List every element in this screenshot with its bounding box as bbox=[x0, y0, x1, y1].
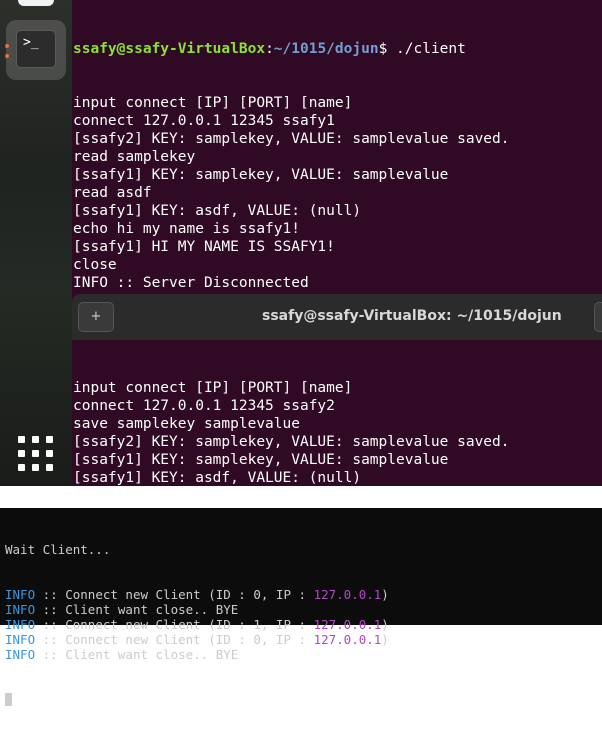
console-line: Wait Client... bbox=[5, 542, 111, 557]
log-text: :: Client want close.. BYE bbox=[35, 602, 239, 617]
log-tag: INFO bbox=[5, 602, 36, 617]
log-tag: INFO bbox=[5, 587, 36, 602]
terminal-line: connect 127.0.0.1 12345 ssafy2 bbox=[73, 398, 335, 414]
log-ip: 127.0.0.1 bbox=[313, 632, 382, 647]
terminal-line: [ssafy1] KEY: samplekey, VALUE: sampleva… bbox=[73, 452, 449, 468]
prompt-separator: : bbox=[265, 41, 274, 57]
log-text-end: ) bbox=[381, 587, 389, 602]
terminal-line: [ssafy2] KEY: samplekey, VALUE: sampleva… bbox=[73, 131, 510, 147]
window-gap bbox=[0, 486, 602, 508]
log-line: INFO :: Client want close.. BYE bbox=[5, 647, 389, 662]
dock-app-icon[interactable] bbox=[18, 0, 54, 6]
terminal-line: input connect [IP] [PORT] [name] bbox=[73, 95, 353, 111]
terminal-line: [ssafy1] HI MY NAME IS SSAFY1! bbox=[73, 239, 335, 255]
log-ip: 127.0.0.1 bbox=[313, 587, 382, 602]
dock-terminal-button[interactable]: >_ bbox=[6, 20, 66, 80]
terminal-line: save samplekey samplevalue bbox=[73, 416, 300, 432]
show-applications-button[interactable] bbox=[18, 436, 54, 472]
terminal-line: [ssafy2] KEY: samplekey, VALUE: sampleva… bbox=[73, 434, 510, 450]
ubuntu-dock: >_ bbox=[0, 0, 72, 486]
terminal-line: read samplekey bbox=[73, 149, 196, 165]
terminal-line: [ssafy1] KEY: samplekey, VALUE: sampleva… bbox=[73, 167, 449, 183]
prompt-user: ssafy@ssafy-VirtualBox bbox=[73, 41, 266, 57]
prompt-symbol: $ bbox=[378, 41, 388, 57]
console-cursor bbox=[5, 693, 12, 706]
terminal-line: close bbox=[73, 257, 117, 273]
terminal-icon: >_ bbox=[16, 30, 56, 68]
log-text-end: ) bbox=[381, 632, 389, 647]
menu-button[interactable] bbox=[594, 302, 602, 332]
terminal-line: echo hi my name is ssafy1! bbox=[73, 221, 300, 237]
terminal-titlebar[interactable]: + ssafy@ssafy-VirtualBox: ~/1015/dojun bbox=[72, 294, 602, 340]
server-console-window[interactable]: Wait Client... INFO :: Connect new Clien… bbox=[0, 508, 602, 706]
log-line: INFO :: Client want close.. BYE bbox=[5, 602, 389, 617]
log-tag: INFO bbox=[5, 632, 36, 647]
window-title: ssafy@ssafy-VirtualBox: ~/1015/dojun bbox=[262, 308, 562, 324]
log-text: :: Connect new Client (ID : 0, IP : bbox=[35, 632, 314, 647]
log-line: INFO :: Connect new Client (ID : 0, IP :… bbox=[5, 587, 389, 602]
log-text: :: Connect new Client (ID : 0, IP : bbox=[35, 587, 314, 602]
new-tab-button[interactable]: + bbox=[78, 302, 114, 332]
prompt-path: ~/1015/dojun bbox=[273, 41, 379, 57]
terminal-line: connect 127.0.0.1 12345 ssafy1 bbox=[73, 113, 335, 129]
prompt-line: ssafy@ssafy-VirtualBox:~/1015/dojun$ ./c… bbox=[73, 40, 510, 58]
terminal-line: [ssafy1] KEY: asdf, VALUE: (null) bbox=[73, 470, 362, 486]
command-text: ./client bbox=[387, 41, 466, 57]
log-text: :: Client want close.. BYE bbox=[35, 647, 239, 662]
log-line: INFO :: Connect new Client (ID : 0, IP :… bbox=[5, 632, 389, 647]
new-tab-icon: + bbox=[90, 309, 102, 324]
terminal-line: input connect [IP] [PORT] [name] bbox=[73, 380, 353, 396]
terminal-line: [ssafy1] KEY: asdf, VALUE: (null) bbox=[73, 203, 362, 219]
log-tag: INFO bbox=[5, 647, 36, 662]
terminal-window-client2[interactable]: + ssafy@ssafy-VirtualBox: ~/1015/dojun i… bbox=[72, 294, 602, 557]
terminal-window-client1[interactable]: ssafy@ssafy-VirtualBox:~/1015/dojun$ ./c… bbox=[72, 0, 602, 399]
terminal-line: INFO :: Server Disconnected bbox=[73, 275, 309, 291]
terminal-line: read asdf bbox=[73, 185, 152, 201]
